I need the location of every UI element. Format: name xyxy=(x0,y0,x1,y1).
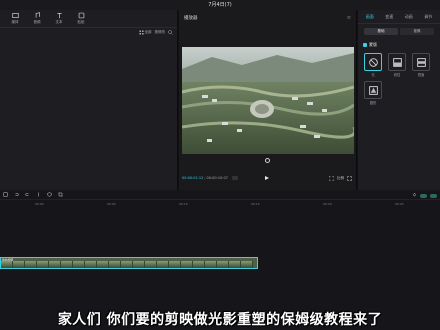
sort-filter[interactable]: 全部 xyxy=(139,30,152,35)
clip-thumbnails xyxy=(1,261,257,268)
none-mask-icon xyxy=(368,57,378,67)
tab-audio[interactable]: 音频 xyxy=(28,12,46,25)
media-panel: 媒体 音频 文本 贴纸 全部 按修改 xyxy=(0,10,178,190)
audio-icon xyxy=(35,12,40,18)
video-subtitle: 家人们 你们要的剪映做光影重塑的保姆级教程来了 xyxy=(57,312,383,328)
total-timecode: 00:00:10:07 xyxy=(206,176,228,180)
player-controls: 00:00:01:12 | 00:00:10:07 比例 xyxy=(179,174,356,182)
crop-icon[interactable] xyxy=(329,175,334,181)
mirror-mask-icon xyxy=(416,57,426,67)
link-toggle[interactable] xyxy=(430,193,437,198)
tab-sticker[interactable]: 贴纸 xyxy=(72,12,90,25)
properties-panel: 画面 变速 动画 调节 基础 抠像 蒙版 无 线性 镜面 圆形 xyxy=(358,10,440,190)
ruler-tick: 00:25 xyxy=(395,202,404,206)
sticker-icon xyxy=(78,12,84,19)
player-title: 播放器 xyxy=(184,16,198,21)
mask-section[interactable]: 蒙版 xyxy=(358,39,440,51)
text-icon xyxy=(56,13,62,19)
media-toolbar: 全部 按修改 xyxy=(139,30,174,35)
player-right-controls: 比例 xyxy=(329,176,352,181)
linear-mask-icon xyxy=(392,57,402,67)
player-panel: 播放器 ≡ 00:00:01:12 | 00:00:10:07 比例 xyxy=(179,10,357,190)
search-icon xyxy=(168,30,173,35)
preset-linear[interactable]: 线性 xyxy=(387,53,407,77)
tab-picture[interactable]: 画面 xyxy=(364,13,376,21)
ruler-tick: 00:05 xyxy=(107,202,116,206)
tab-label: 媒体 xyxy=(11,20,19,24)
tab-label: 贴纸 xyxy=(77,20,85,24)
preset-tile xyxy=(364,81,382,99)
title-bar: 7月4日(7) xyxy=(0,0,440,10)
crop-icon[interactable] xyxy=(58,192,63,197)
ruler-tick: 00:10 xyxy=(179,202,188,206)
menu-icon[interactable]: ≡ xyxy=(347,15,351,21)
view-label: 按修改 xyxy=(154,30,166,34)
search-button[interactable] xyxy=(168,30,173,35)
circle-mask-icon xyxy=(368,85,378,95)
preset-label: 圆形 xyxy=(369,101,377,105)
mask-section-label: 蒙版 xyxy=(369,42,377,47)
timecode-separator: | xyxy=(204,176,206,180)
grid-icon xyxy=(139,30,143,35)
video-preview[interactable] xyxy=(182,47,354,154)
preset-tile xyxy=(412,53,430,71)
tab-label: 文本 xyxy=(55,20,63,24)
quality-toggle[interactable] xyxy=(231,176,238,180)
preset-tile xyxy=(364,53,382,71)
view-filter[interactable]: 按修改 xyxy=(155,30,166,35)
redo-icon[interactable] xyxy=(25,192,30,197)
window-title: 7月4日(7) xyxy=(208,2,232,8)
ruler-tick: 00:00 xyxy=(35,202,44,206)
preset-none[interactable]: 无 xyxy=(363,53,383,77)
tab-adjust[interactable]: 调节 xyxy=(422,13,434,21)
properties-subtabs: 基础 抠像 xyxy=(358,24,440,39)
media-icon xyxy=(11,13,19,18)
tab-speed[interactable]: 变速 xyxy=(383,13,395,21)
preset-label: 无 xyxy=(371,73,375,77)
landscape-image xyxy=(182,47,354,154)
snap-toggle[interactable] xyxy=(420,193,427,198)
timeline-ruler: 00:00 00:05 00:10 00:15 00:20 00:25 xyxy=(0,201,440,207)
split-icon[interactable] xyxy=(36,192,41,197)
media-tabs: 媒体 音频 文本 贴纸 xyxy=(0,10,177,28)
tab-label: 音频 xyxy=(33,20,41,24)
mask-presets: 无 线性 镜面 圆形 xyxy=(358,51,440,107)
tab-animation[interactable]: 动画 xyxy=(403,13,415,21)
properties-tabs: 画面 变速 动画 调节 xyxy=(358,10,440,24)
mask-checkbox[interactable] xyxy=(363,43,367,47)
subtab-keying[interactable]: 抠像 xyxy=(400,28,434,35)
tab-media[interactable]: 媒体 xyxy=(6,12,24,25)
preset-label: 线性 xyxy=(393,73,401,77)
player-header: 播放器 ≡ xyxy=(179,10,356,26)
fullscreen-icon[interactable] xyxy=(347,175,352,181)
shield-icon[interactable] xyxy=(47,192,52,197)
tab-text[interactable]: 文本 xyxy=(50,12,68,25)
ruler-tick: 00:15 xyxy=(251,202,260,206)
app-window: 7月4日(7) 媒体 音频 文本 贴纸 全部 按修改 播放器 ≡ 00:00:0… xyxy=(0,0,440,330)
timeline-right-tools xyxy=(412,193,437,198)
undo-icon[interactable] xyxy=(14,192,19,197)
ruler-tick: 00:20 xyxy=(323,202,332,206)
preset-circle[interactable]: 圆形 xyxy=(363,81,383,105)
current-timecode: 00:00:01:12 xyxy=(182,176,204,180)
ratio-button[interactable]: 比例 xyxy=(337,176,344,181)
microphone-icon[interactable] xyxy=(412,193,417,198)
preset-label: 镜面 xyxy=(417,73,425,77)
subtab-basic[interactable]: 基础 xyxy=(364,28,398,35)
fullscreen-preview-icon[interactable] xyxy=(265,158,270,163)
video-clip[interactable]: 航拍视频 xyxy=(0,257,258,269)
play-button[interactable] xyxy=(265,176,269,180)
preset-mirror[interactable]: 镜面 xyxy=(411,53,431,77)
preset-tile xyxy=(388,53,406,71)
timeline-toolbar xyxy=(0,190,440,200)
select-icon[interactable] xyxy=(3,192,8,197)
sort-label: 全部 xyxy=(144,30,152,34)
